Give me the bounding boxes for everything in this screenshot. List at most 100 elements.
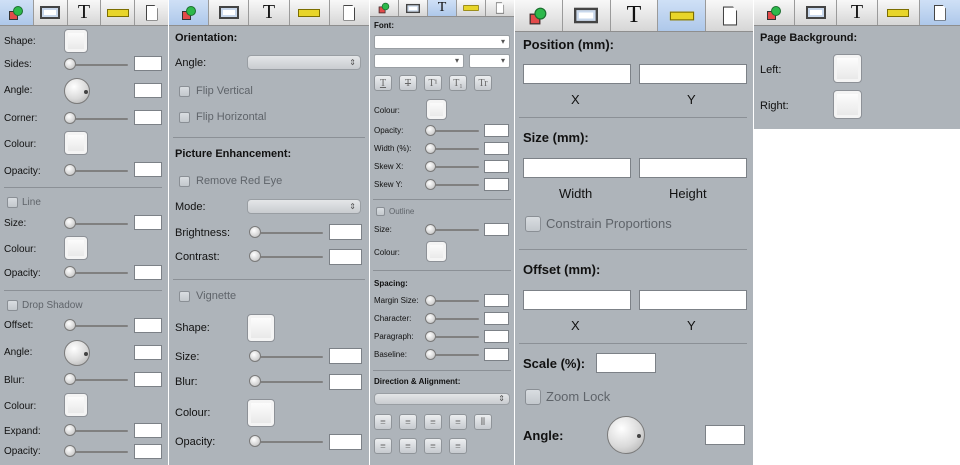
underline-button[interactable]: T xyxy=(374,75,392,91)
tab-shape[interactable] xyxy=(0,0,34,25)
corner-slider-knob[interactable] xyxy=(64,112,76,124)
font-style-select[interactable]: ▾ xyxy=(374,54,464,68)
brightness-slider-knob[interactable] xyxy=(249,226,261,238)
colour-swatch[interactable] xyxy=(247,399,275,427)
shadow-expand-slider-knob[interactable] xyxy=(64,424,76,436)
angle-dial[interactable] xyxy=(64,78,90,104)
contrast-field[interactable] xyxy=(329,249,362,265)
outline-checkbox[interactable] xyxy=(376,207,385,216)
angle-select[interactable]: ⇕ xyxy=(247,55,361,70)
baseline-field[interactable] xyxy=(484,348,509,361)
tab-text[interactable]: T xyxy=(837,0,879,25)
shape-swatch[interactable] xyxy=(247,314,275,342)
width-field[interactable] xyxy=(523,158,631,178)
tab-frame[interactable] xyxy=(209,0,250,25)
blur-slider-track[interactable] xyxy=(251,381,323,383)
left-background-swatch[interactable] xyxy=(833,54,862,83)
opacity-field[interactable] xyxy=(484,124,509,137)
shadow-blur-field[interactable] xyxy=(134,372,162,387)
tab-ruler[interactable] xyxy=(457,0,486,16)
tab-ruler[interactable] xyxy=(290,0,330,25)
height-field[interactable] xyxy=(639,158,747,178)
opacity-slider-knob[interactable] xyxy=(425,125,436,136)
sides-slider-knob[interactable] xyxy=(64,58,76,70)
paragraph-field[interactable] xyxy=(484,330,509,343)
skew-y-field[interactable] xyxy=(484,178,509,191)
tab-shape[interactable] xyxy=(169,0,210,25)
flip-vertical-checkbox[interactable] xyxy=(179,86,190,97)
offset-x-field[interactable] xyxy=(523,290,631,310)
shadow-angle-dial[interactable] xyxy=(64,340,90,366)
line-size-field[interactable] xyxy=(134,215,162,230)
constrain-proportions-checkbox[interactable] xyxy=(525,216,541,232)
size-field[interactable] xyxy=(329,348,362,364)
small-caps-button[interactable]: Tr xyxy=(474,75,492,91)
shape-swatch[interactable] xyxy=(64,29,88,53)
character-slider-knob[interactable] xyxy=(425,313,436,324)
scale-field[interactable] xyxy=(596,353,656,373)
superscript-button[interactable]: T¹ xyxy=(424,75,442,91)
justify-left-button[interactable]: ≡ xyxy=(374,438,392,454)
tab-text[interactable]: T xyxy=(428,0,457,16)
strikethrough-button[interactable]: T xyxy=(399,75,417,91)
shadow-angle-field[interactable] xyxy=(134,345,162,360)
offset-y-field[interactable] xyxy=(639,290,747,310)
zoom-lock-checkbox[interactable] xyxy=(525,389,541,405)
colour-swatch[interactable] xyxy=(426,99,447,120)
skew-x-slider-knob[interactable] xyxy=(425,161,436,172)
opacity-field[interactable] xyxy=(329,434,362,450)
position-x-field[interactable] xyxy=(523,64,631,84)
outline-size-field[interactable] xyxy=(484,223,509,236)
shadow-opacity-field[interactable] xyxy=(134,444,162,459)
line-colour-swatch[interactable] xyxy=(64,236,88,260)
angle-dial[interactable] xyxy=(607,416,645,454)
tab-shape[interactable] xyxy=(754,0,796,25)
blur-field[interactable] xyxy=(329,374,362,390)
shadow-colour-swatch[interactable] xyxy=(64,393,88,417)
font-size-select[interactable]: ▾ xyxy=(469,54,510,68)
opacity-slider-track[interactable] xyxy=(251,441,323,443)
contrast-slider-track[interactable] xyxy=(251,256,323,258)
remove-red-eye-checkbox[interactable] xyxy=(179,176,190,187)
baseline-slider-knob[interactable] xyxy=(425,349,436,360)
position-y-field[interactable] xyxy=(639,64,747,84)
outline-size-slider-knob[interactable] xyxy=(425,224,436,235)
tab-page[interactable] xyxy=(919,0,960,25)
tab-text[interactable]: T xyxy=(611,0,659,31)
vignette-checkbox[interactable] xyxy=(179,291,190,302)
margin-size-field[interactable] xyxy=(484,294,509,307)
blur-slider-knob[interactable] xyxy=(249,375,261,387)
tab-frame[interactable] xyxy=(563,0,611,31)
width-field[interactable] xyxy=(484,142,509,155)
skew-y-slider-knob[interactable] xyxy=(425,179,436,190)
tab-page[interactable] xyxy=(486,0,514,16)
tab-ruler[interactable] xyxy=(101,0,136,25)
character-field[interactable] xyxy=(484,312,509,325)
subscript-button[interactable]: T₁ xyxy=(449,75,467,91)
tab-text[interactable]: T xyxy=(249,0,290,25)
tab-frame[interactable] xyxy=(399,0,428,16)
shadow-opacity-slider-knob[interactable] xyxy=(64,445,76,457)
paragraph-slider-knob[interactable] xyxy=(425,331,436,342)
justify-all-button[interactable]: ≡ xyxy=(449,438,467,454)
mode-select[interactable]: ⇕ xyxy=(247,199,361,214)
justify-right-button[interactable]: ≡ xyxy=(424,438,442,454)
tab-ruler[interactable] xyxy=(658,0,707,31)
corner-field[interactable] xyxy=(134,110,162,125)
brightness-slider-track[interactable] xyxy=(251,232,323,234)
align-right-button[interactable]: ≡ xyxy=(424,414,442,430)
align-justify-last-button[interactable]: ≡ xyxy=(449,414,467,430)
shadow-expand-field[interactable] xyxy=(134,423,162,438)
opacity-slider-knob[interactable] xyxy=(64,164,76,176)
line-opacity-slider-knob[interactable] xyxy=(64,266,76,278)
tab-page[interactable] xyxy=(135,0,168,25)
colour-swatch[interactable] xyxy=(64,131,88,155)
justify-center-button[interactable]: ≡ xyxy=(399,438,417,454)
skew-x-field[interactable] xyxy=(484,160,509,173)
size-slider-track[interactable] xyxy=(251,356,323,358)
flip-horizontal-checkbox[interactable] xyxy=(179,112,190,123)
opacity-slider-knob[interactable] xyxy=(249,435,261,447)
tab-frame[interactable] xyxy=(34,0,68,25)
direction-select[interactable]: ⇕ xyxy=(374,393,510,405)
tab-text[interactable]: T xyxy=(68,0,102,25)
